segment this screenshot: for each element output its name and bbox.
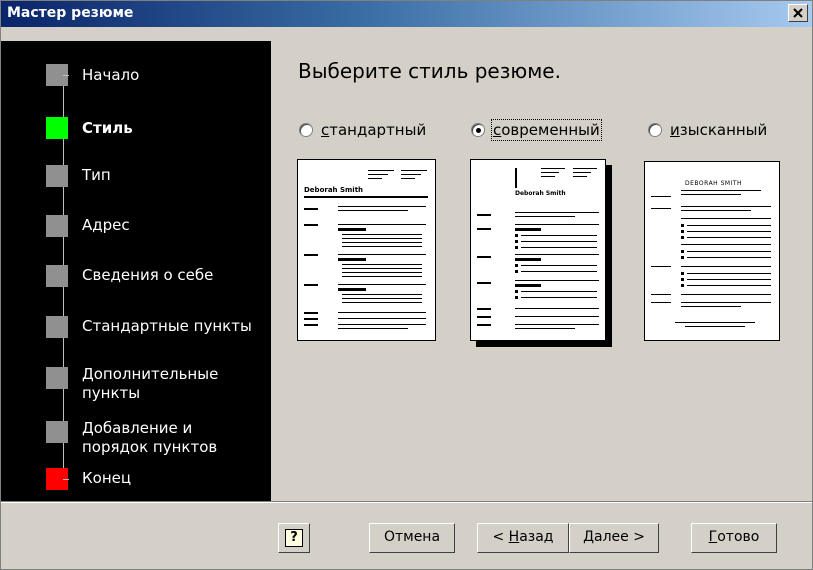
preview-modern[interactable]: Deborah Smith	[470, 159, 606, 341]
step-marker-active	[46, 117, 68, 139]
cancel-button[interactable]: Отмена	[369, 523, 455, 553]
step-start[interactable]: Начало	[1, 55, 271, 95]
step-marker	[46, 316, 68, 338]
close-icon	[793, 8, 803, 18]
step-label: Стиль	[82, 119, 133, 137]
window-title: Мастер резюме	[7, 5, 134, 21]
option-standard-label: стандартный	[321, 121, 427, 139]
radio-standard[interactable]	[299, 123, 313, 137]
option-elegant-label: изысканный	[670, 121, 768, 139]
close-button[interactable]	[788, 4, 808, 22]
preview-name: DEBORAH SMITH	[685, 180, 743, 187]
step-additional-items[interactable]: Дополнительные пункты	[1, 359, 271, 407]
step-type[interactable]: Тип	[1, 158, 271, 198]
title-bar: Мастер резюме	[1, 1, 812, 27]
step-label: Конец	[82, 469, 132, 487]
help-button[interactable]: ?	[278, 523, 310, 553]
preview-name: Deborah Smith	[515, 190, 566, 197]
step-label: Сведения о себе	[82, 266, 214, 284]
step-marker	[46, 215, 68, 237]
option-modern-label: современный	[491, 119, 602, 141]
wizard-steps-sidebar: Начало Стиль Тип Адрес Сведения о себе С…	[1, 41, 271, 501]
next-button[interactable]: Далее >	[569, 523, 659, 553]
step-label: Тип	[82, 166, 111, 184]
step-label: Адрес	[82, 216, 130, 234]
step-finish[interactable]: Конец	[1, 465, 271, 505]
preview-elegant[interactable]: DEBORAH SMITH	[644, 161, 780, 341]
help-icon: ?	[285, 529, 303, 547]
preview-standard[interactable]: Deborah Smith	[297, 159, 436, 341]
page-heading: Выберите стиль резюме.	[298, 59, 561, 83]
step-standard-items[interactable]: Стандартные пункты	[1, 309, 271, 349]
step-label: Стандартные пункты	[82, 317, 252, 335]
step-personal-info[interactable]: Сведения о себе	[1, 258, 271, 298]
step-label: Дополнительные пункты	[82, 365, 219, 402]
step-add-order-items[interactable]: Добавление и порядок пунктов	[1, 413, 271, 461]
step-marker	[46, 421, 68, 443]
step-tick	[63, 75, 69, 76]
back-button[interactable]: < Назад	[477, 523, 569, 553]
step-marker	[46, 367, 68, 389]
step-address[interactable]: Адрес	[1, 208, 271, 248]
finish-button[interactable]: Готово	[691, 523, 777, 553]
radio-elegant[interactable]	[648, 123, 662, 137]
step-tick	[63, 479, 69, 480]
radio-modern[interactable]	[471, 123, 485, 137]
step-style[interactable]: Стиль	[1, 108, 271, 148]
step-marker	[46, 265, 68, 287]
step-label: Добавление и порядок пунктов	[82, 419, 218, 456]
preview-name: Deborah Smith	[304, 186, 364, 194]
button-bar-separator-highlight	[1, 502, 812, 503]
step-marker	[46, 165, 68, 187]
resume-wizard-window: Мастер резюме Начало Стиль Тип Адрес Све…	[0, 0, 813, 570]
step-label: Начало	[82, 66, 140, 84]
